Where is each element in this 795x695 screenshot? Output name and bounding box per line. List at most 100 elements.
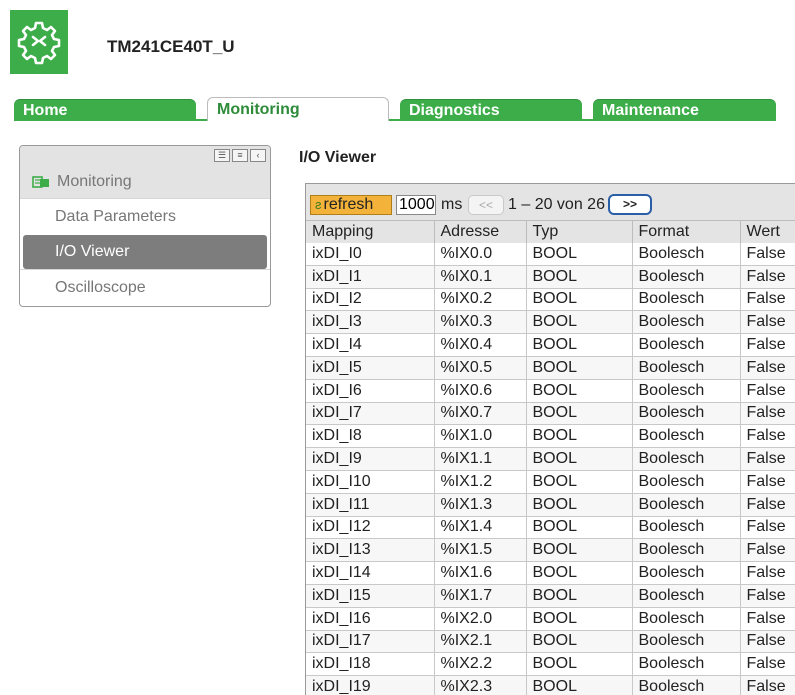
format-cell: Boolesch [632,310,741,335]
refresh-icon: ƨ [315,197,322,212]
side-menu-title-label: Monitoring [57,173,132,190]
type-cell: BOOL [526,561,633,585]
address-cell: %IX1.0 [434,424,527,449]
type-cell: BOOL [526,333,633,357]
format-cell: Boolesch [632,630,741,654]
type-cell: BOOL [526,607,633,631]
format-cell: Boolesch [632,333,741,357]
tab-maintenance[interactable]: Maintenance [593,99,776,121]
table-row[interactable]: ixDI_I11 %IX1.3 BOOL Boolesch False [306,493,795,517]
table-row[interactable]: ixDI_I14 %IX1.6 BOOL Boolesch False [306,561,795,585]
value-cell: False [740,333,795,357]
format-cell: Boolesch [632,516,741,540]
table-row[interactable]: ixDI_I7 %IX0.7 BOOL Boolesch False [306,402,795,426]
type-cell: BOOL [526,652,633,677]
previous-page-button[interactable]: << [468,195,504,215]
type-cell: BOOL [526,288,633,312]
table-row[interactable]: ixDI_I17 %IX2.1 BOOL Boolesch False [306,630,795,654]
table-row[interactable]: ixDI_I15 %IX1.7 BOOL Boolesch False [306,584,795,608]
side-menu-controls: ☰ ≡ ‹ [214,149,266,162]
column-header-adresse[interactable]: Adresse [434,220,527,243]
mapping-cell: ixDI_I5 [306,356,435,380]
address-cell: %IX1.5 [434,538,527,563]
value-cell: False [740,675,795,695]
type-cell: BOOL [526,538,633,563]
address-cell: %IX0.0 [434,242,527,266]
collapse-icon[interactable]: ‹ [250,149,266,162]
table-row[interactable]: ixDI_I10 %IX1.2 BOOL Boolesch False [306,470,795,494]
table-row[interactable]: ixDI_I18 %IX2.2 BOOL Boolesch False [306,652,795,677]
value-cell: False [740,242,795,266]
side-menu-title: Monitoring [32,173,132,191]
sidebar-item-data-parameters[interactable]: Data Parameters [20,198,270,234]
table-row[interactable]: ixDI_I12 %IX1.4 BOOL Boolesch False [306,516,795,540]
mapping-cell: ixDI_I9 [306,447,435,471]
tab-monitoring[interactable]: Monitoring [207,97,389,121]
mapping-cell: ixDI_I14 [306,561,435,585]
gear-icon [17,21,61,65]
monitoring-icon [32,176,49,188]
format-cell: Boolesch [632,607,741,631]
table-row[interactable]: ixDI_I6 %IX0.6 BOOL Boolesch False [306,379,795,403]
column-header-format[interactable]: Format [632,220,741,243]
list-view-icon[interactable]: ☰ [214,149,230,162]
table-row[interactable]: ixDI_I16 %IX2.0 BOOL Boolesch False [306,607,795,631]
table-row[interactable]: ixDI_I19 %IX2.3 BOOL Boolesch False [306,675,795,695]
format-cell: Boolesch [632,447,741,471]
format-cell: Boolesch [632,561,741,585]
address-cell: %IX1.3 [434,493,527,517]
page-title: I/O Viewer [299,149,377,166]
format-cell: Boolesch [632,242,741,266]
table-row[interactable]: ixDI_I3 %IX0.3 BOOL Boolesch False [306,310,795,335]
tab-diagnostics[interactable]: Diagnostics [400,99,582,121]
value-cell: False [740,310,795,335]
table-row[interactable]: ixDI_I2 %IX0.2 BOOL Boolesch False [306,288,795,312]
mapping-cell: ixDI_I13 [306,538,435,563]
sidebar-item-oscilloscope[interactable]: Oscilloscope [20,269,270,305]
mapping-cell: ixDI_I15 [306,584,435,608]
compact-view-icon[interactable]: ≡ [232,149,248,162]
refresh-button[interactable]: ƨ refresh [310,195,392,215]
page-info: 1 – 20 von 26 [508,196,605,213]
type-cell: BOOL [526,493,633,517]
table-row[interactable]: ixDI_I8 %IX1.0 BOOL Boolesch False [306,424,795,449]
tab-home[interactable]: Home [14,99,196,121]
io-toolbar: ƨrefresh ms << 1 – 20 von 26 >> [306,184,795,220]
refresh-interval-input[interactable] [396,195,436,215]
refresh-label: refresh [323,196,374,213]
sidebar-item-io-viewer[interactable]: I/O Viewer [23,235,267,269]
mapping-cell: ixDI_I16 [306,607,435,631]
mapping-cell: ixDI_I17 [306,630,435,654]
table-row[interactable]: ixDI_I4 %IX0.4 BOOL Boolesch False [306,333,795,357]
main-tabs: Home Monitoring Diagnostics Maintenance [14,97,776,121]
address-cell: %IX0.6 [434,379,527,403]
table-row[interactable]: ixDI_I0 %IX0.0 BOOL Boolesch False [306,242,795,266]
address-cell: %IX1.6 [434,561,527,585]
format-cell: Boolesch [632,424,741,449]
address-cell: %IX0.4 [434,333,527,357]
next-page-button[interactable]: >> [608,194,652,215]
value-cell: False [740,561,795,585]
format-cell: Boolesch [632,402,741,426]
type-cell: BOOL [526,265,633,289]
column-header-typ[interactable]: Typ [526,220,633,243]
address-cell: %IX2.2 [434,652,527,677]
type-cell: BOOL [526,424,633,449]
table-row[interactable]: ixDI_I13 %IX1.5 BOOL Boolesch False [306,538,795,563]
address-cell: %IX0.3 [434,310,527,335]
mapping-cell: ixDI_I0 [306,242,435,266]
app-logo [10,10,68,74]
side-menu: ☰ ≡ ‹ Monitoring Data Parameters I/O Vie… [19,145,271,307]
format-cell: Boolesch [632,470,741,494]
value-cell: False [740,402,795,426]
type-cell: BOOL [526,675,633,695]
table-row[interactable]: ixDI_I5 %IX0.5 BOOL Boolesch False [306,356,795,380]
column-header-mapping[interactable]: Mapping [306,220,435,243]
format-cell: Boolesch [632,493,741,517]
column-header-wert[interactable]: Wert [740,220,795,243]
address-cell: %IX2.0 [434,607,527,631]
interval-unit: ms [441,196,463,213]
table-row[interactable]: ixDI_I9 %IX1.1 BOOL Boolesch False [306,447,795,471]
table-row[interactable]: ixDI_I1 %IX0.1 BOOL Boolesch False [306,265,795,289]
address-cell: %IX0.1 [434,265,527,289]
